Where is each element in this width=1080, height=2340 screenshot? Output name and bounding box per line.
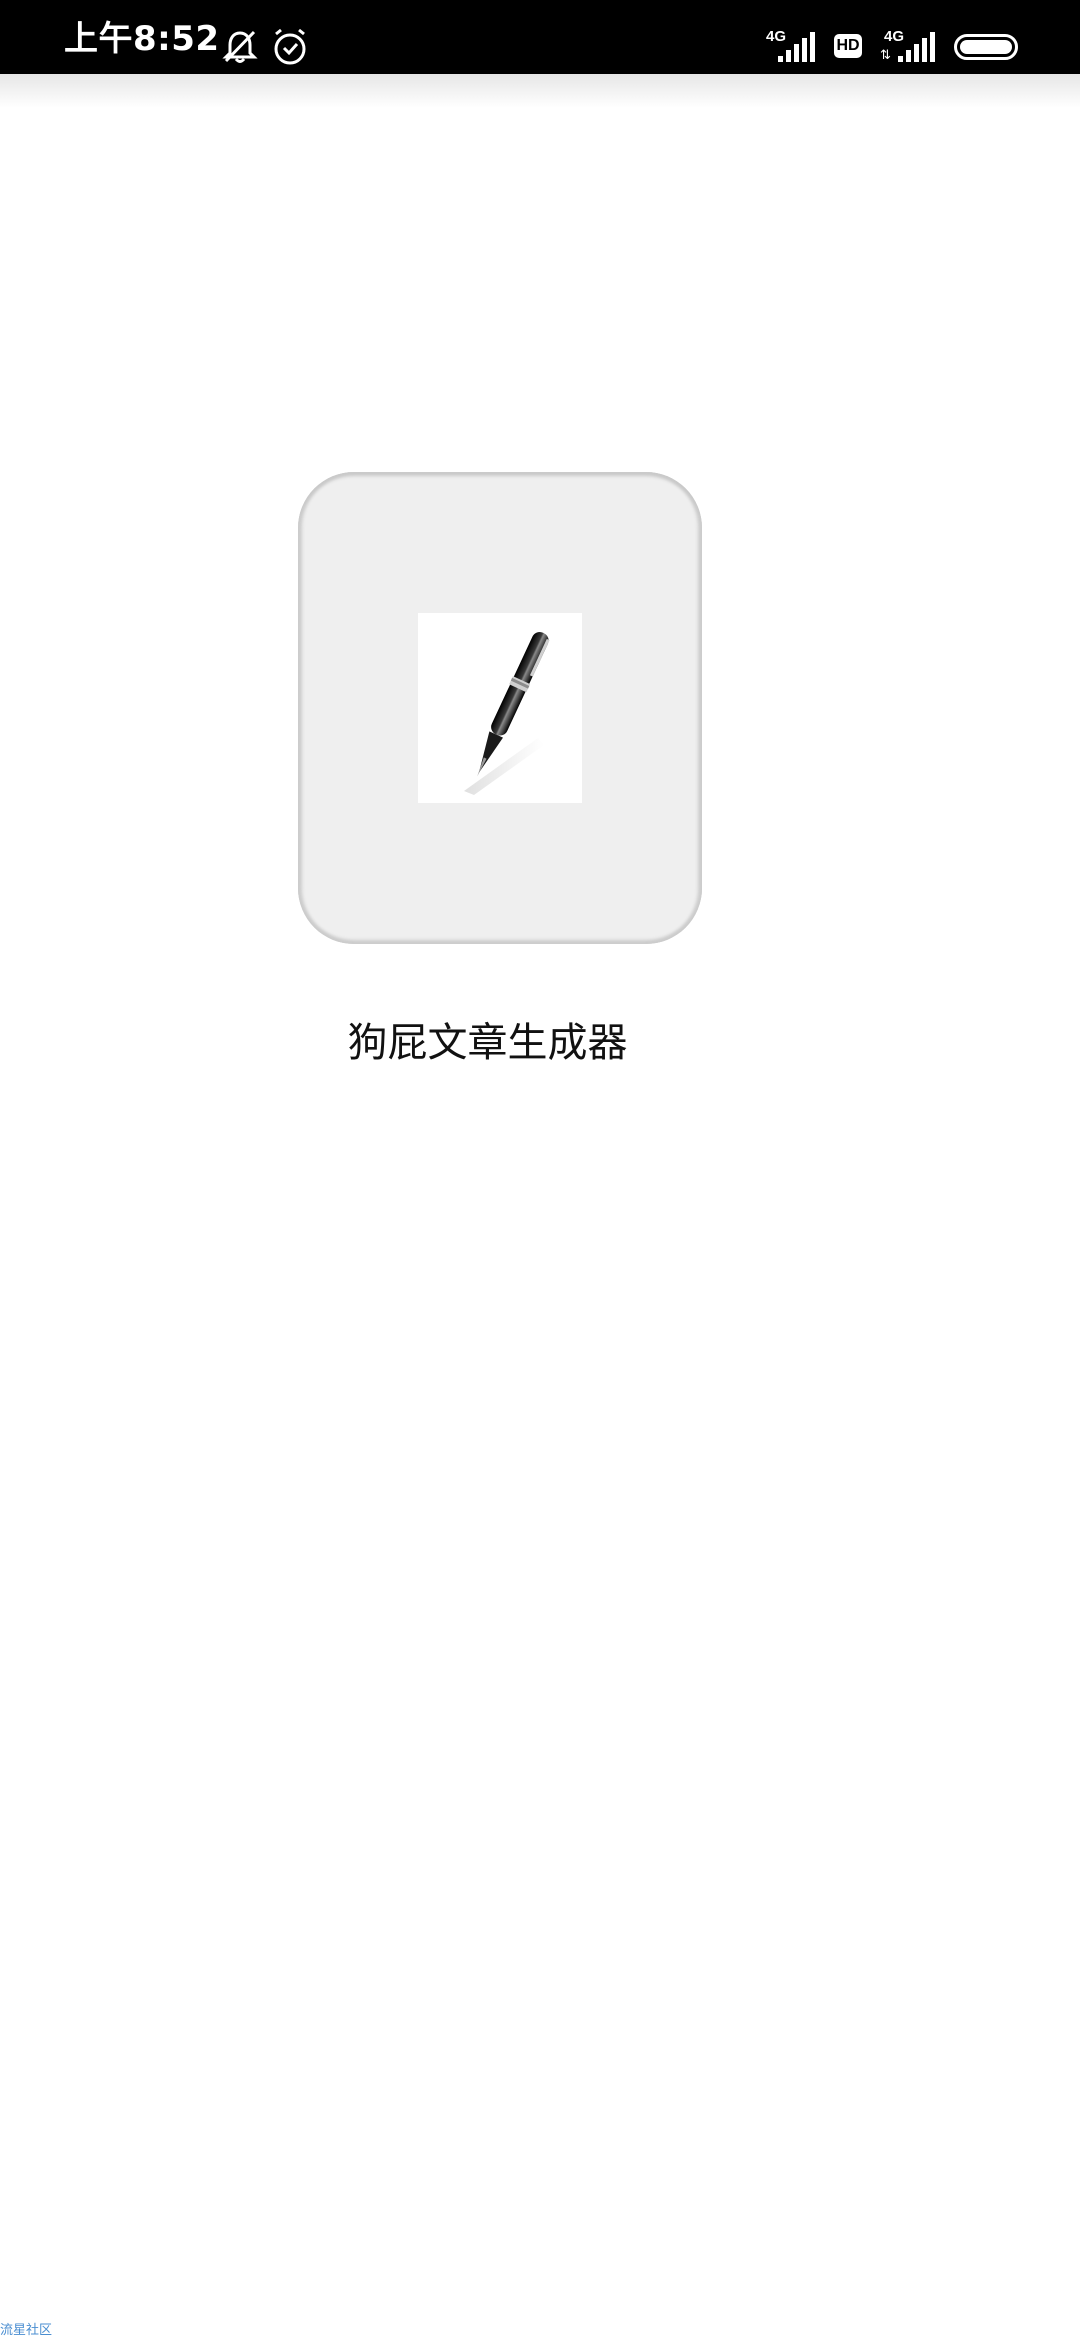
signal-strength-icon <box>776 30 818 68</box>
battery-level-fill <box>960 40 1012 54</box>
status-bar-shadow <box>0 74 1080 108</box>
alarm-clock-icon <box>270 28 310 70</box>
data-transfer-icon: ⇅ <box>880 48 891 63</box>
pen-icon <box>418 613 582 803</box>
hd-badge: HD <box>834 34 862 58</box>
silent-bell-icon <box>220 28 260 70</box>
watermark: 流星社区 <box>0 2323 53 2338</box>
status-time: 上午8:52 <box>64 19 220 59</box>
app-name-label: 狗屁文章生成器 <box>347 1020 628 1066</box>
battery-icon <box>954 34 1018 60</box>
signal-strength-icon <box>896 30 938 68</box>
app-icon <box>298 472 702 944</box>
splash-screen: 上午8:52 4G HD 4G ⇅ 狗屁文章生成器 流星社区 <box>0 0 1080 2340</box>
status-bar: 上午8:52 4G HD 4G ⇅ <box>0 0 1080 74</box>
